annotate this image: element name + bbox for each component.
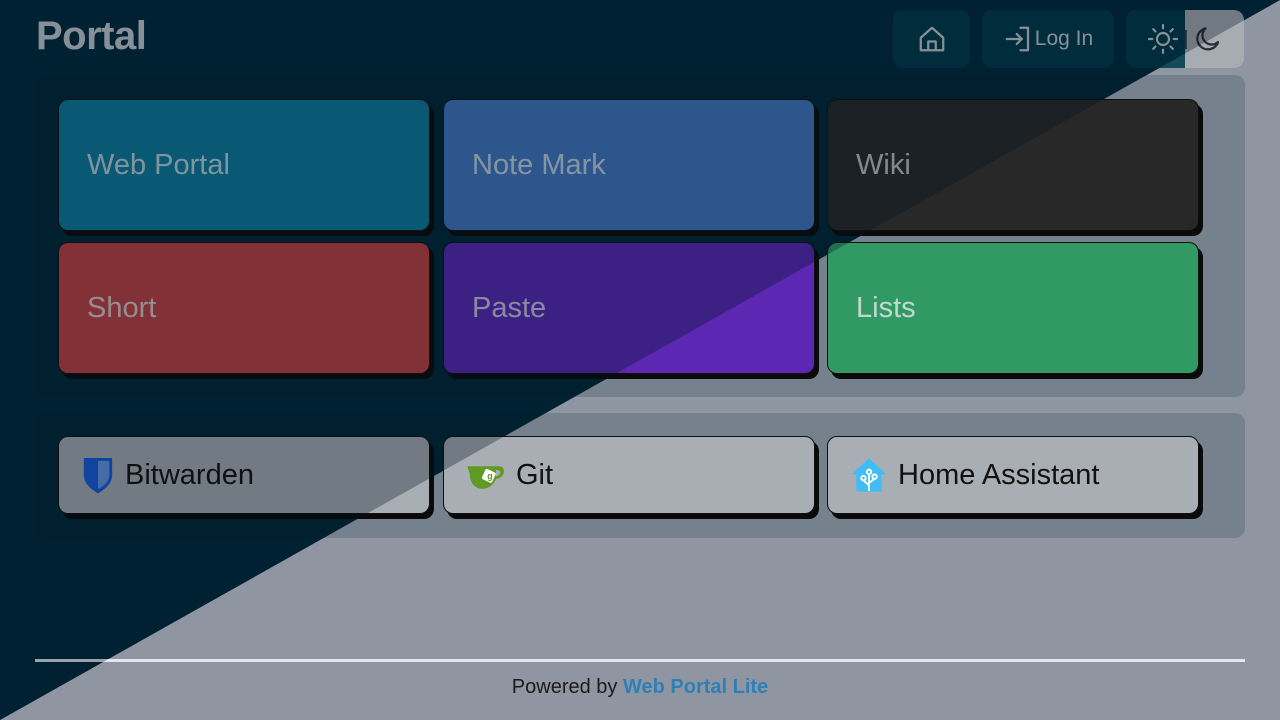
- link-tile-web-portal[interactable]: Web Portal: [58, 99, 430, 231]
- link-tile-label: Web Portal: [87, 148, 230, 181]
- link-tile-label: Paste: [472, 291, 547, 324]
- home-button[interactable]: [893, 10, 970, 68]
- link-tile-note-mark[interactable]: Note Mark: [443, 99, 815, 231]
- footer: Powered by Web Portal Lite: [0, 676, 1280, 699]
- link-tile-paste[interactable]: Paste: [443, 242, 815, 374]
- login-button[interactable]: Log In: [982, 10, 1114, 68]
- app-tile-git[interactable]: g Git: [443, 436, 815, 514]
- moon-icon[interactable]: [1193, 24, 1223, 54]
- app-tile-home-assistant[interactable]: Home Assistant: [827, 436, 1199, 514]
- link-tile-label: Wiki: [856, 148, 911, 181]
- link-tile-lists[interactable]: Lists: [827, 242, 1199, 374]
- app-tile-label: Git: [516, 458, 554, 491]
- login-label: Log In: [1034, 27, 1094, 50]
- login-icon: [1005, 26, 1029, 52]
- gitea-teacup-icon: g: [467, 466, 504, 489]
- bitwarden-shield-icon: [83, 458, 113, 494]
- footer-link[interactable]: Web Portal Lite: [623, 676, 768, 698]
- svg-text:g: g: [487, 471, 492, 481]
- apps-panel: Bitwarden g Git Home Assistant: [35, 413, 1245, 538]
- links-panel: Web Portal Note Mark Wiki Short Paste Li…: [35, 75, 1245, 397]
- footer-divider: [35, 659, 1245, 662]
- theme-separator: |: [1183, 27, 1189, 50]
- link-tile-short[interactable]: Short: [58, 242, 430, 374]
- link-tile-label: Note Mark: [472, 148, 606, 181]
- sun-icon[interactable]: [1147, 23, 1179, 55]
- link-tile-label: Lists: [856, 291, 916, 324]
- theme-toggle[interactable]: |: [1126, 10, 1244, 68]
- home-icon: [919, 26, 944, 52]
- home-assistant-icon: [851, 458, 887, 492]
- app-tile-bitwarden[interactable]: Bitwarden: [58, 436, 430, 514]
- footer-prefix: Powered by: [511, 676, 623, 698]
- page-title: Portal: [36, 14, 147, 58]
- link-tile-wiki[interactable]: Wiki: [827, 99, 1199, 231]
- app-tile-label: Home Assistant: [898, 458, 1100, 491]
- link-tile-label: Short: [87, 291, 157, 324]
- app-tile-label: Bitwarden: [125, 458, 254, 491]
